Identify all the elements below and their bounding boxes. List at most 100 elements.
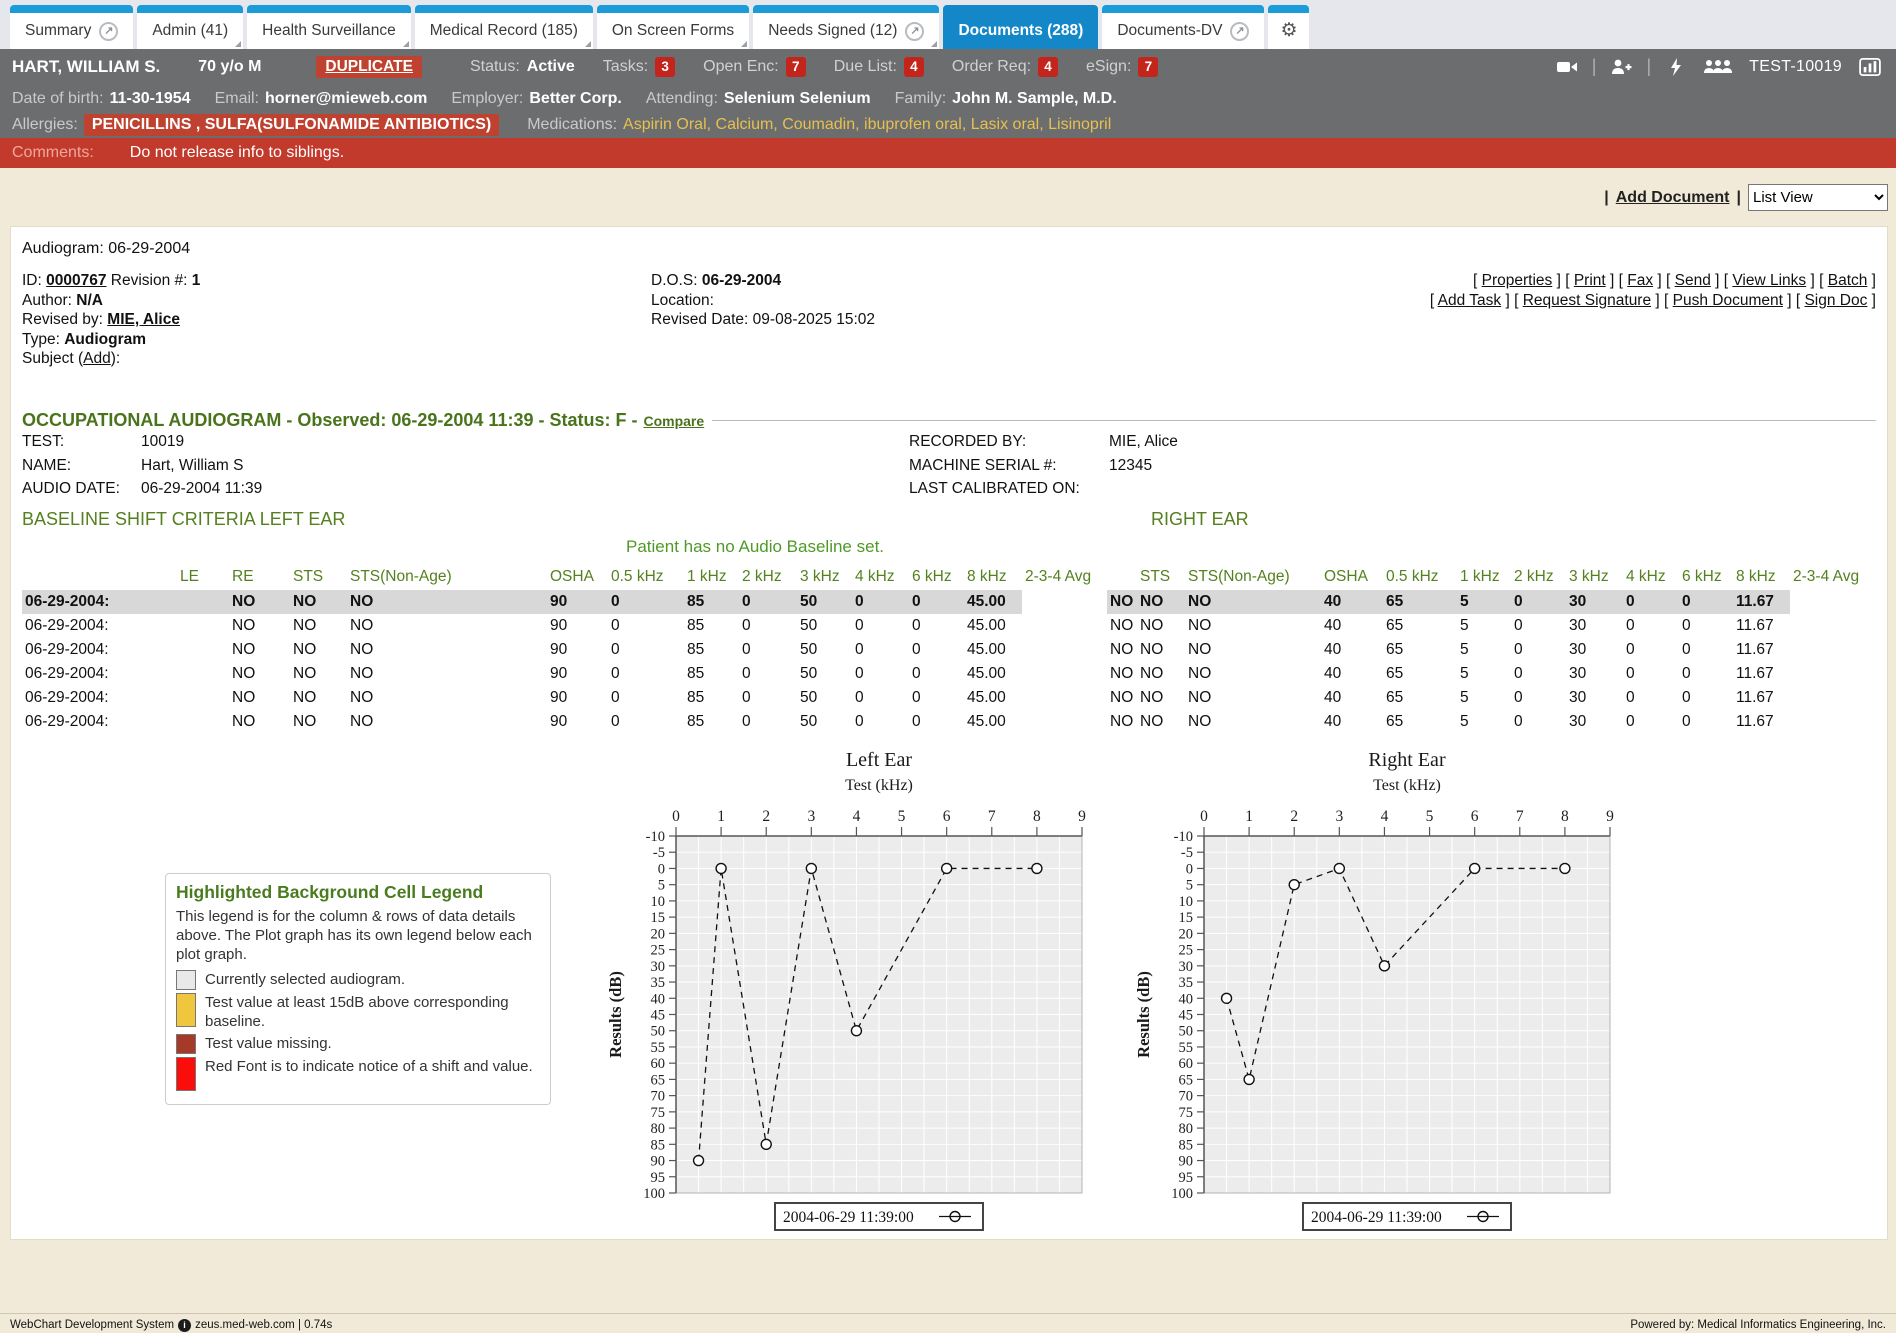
date-cell: 06-29-2004: bbox=[22, 662, 177, 686]
table-cell: 5 bbox=[1457, 590, 1511, 614]
doc-action-properties[interactable]: Properties bbox=[1482, 272, 1553, 289]
column-header: STS bbox=[1137, 564, 1185, 590]
settings-tab[interactable]: ⚙︎ bbox=[1268, 5, 1309, 49]
table-cell: 50 bbox=[797, 710, 852, 734]
table-cell: NO bbox=[1107, 614, 1137, 638]
duplicate-badge[interactable]: DUPLICATE bbox=[316, 56, 422, 78]
doc-action-fax[interactable]: Fax bbox=[1627, 272, 1653, 289]
doc-action-request-signature[interactable]: Request Signature bbox=[1523, 292, 1651, 309]
tab-medical-record-185[interactable]: Medical Record (185) bbox=[415, 5, 593, 49]
patient-age-sex: 70 y/o M bbox=[198, 58, 261, 76]
table-cell: 0 bbox=[852, 686, 909, 710]
doc-action-send[interactable]: Send bbox=[1675, 272, 1711, 289]
y-tick-label: 95 bbox=[651, 1170, 666, 1186]
table-row[interactable]: 06-29-2004:NONONO900850500045.00NONONO40… bbox=[22, 614, 1878, 638]
table-row[interactable]: 06-29-2004:NONONO900850500045.00NONONO40… bbox=[22, 590, 1878, 614]
tab-documents-288[interactable]: Documents (288) bbox=[943, 5, 1098, 49]
column-header: 3 kHz bbox=[1566, 564, 1623, 590]
tab-on-screen-forms[interactable]: On Screen Forms bbox=[597, 5, 749, 49]
document-actions: [ Properties ] [ Print ] [ Fax ] [ Send … bbox=[1430, 271, 1876, 310]
cell-legend-description: This legend is for the column & rows of … bbox=[176, 907, 540, 964]
table-cell: NO bbox=[290, 614, 347, 638]
document-card: Audiogram: 06-29-2004 ID: 0000767 Revisi… bbox=[10, 226, 1888, 1240]
legend-item: Currently selected audiogram. bbox=[176, 970, 540, 990]
right-ear-chart: Right EarTest (kHz)0123456789-10-5051015… bbox=[1119, 741, 1619, 1241]
table-cell: 50 bbox=[797, 686, 852, 710]
count-badge[interactable]: 4 bbox=[904, 57, 924, 77]
view-mode-select[interactable]: List View bbox=[1748, 184, 1888, 211]
count-badge[interactable]: 4 bbox=[1038, 57, 1058, 77]
table-cell bbox=[177, 614, 229, 638]
table-row[interactable]: 06-29-2004:NONONO900850500045.00NONONO40… bbox=[22, 710, 1878, 734]
data-point bbox=[1222, 993, 1232, 1003]
audiogram-meta-row: TEST:10019RECORDED BY:MIE, Alice bbox=[11, 433, 1887, 457]
demographic-value: Better Corp. bbox=[529, 90, 621, 108]
table-cell: NO bbox=[1137, 710, 1185, 734]
doc-action-view-links[interactable]: View Links bbox=[1732, 272, 1806, 289]
revision-value: 1 bbox=[192, 272, 201, 289]
doc-action-sign-doc[interactable]: Sign Doc bbox=[1804, 292, 1867, 309]
column-header: 8 kHz bbox=[964, 564, 1022, 590]
count-badge[interactable]: 7 bbox=[786, 57, 806, 77]
demographic-label: Employer: bbox=[451, 90, 523, 108]
data-point bbox=[1289, 880, 1299, 890]
author-label: Author: bbox=[22, 292, 72, 309]
divider: | bbox=[1737, 189, 1741, 207]
tab-bar: Summary↗ Admin (41) Health SurveillanceMed… bbox=[0, 0, 1896, 49]
author-value: N/A bbox=[76, 292, 103, 309]
footer-host: zeus.med-web.com | 0.74s bbox=[195, 1319, 332, 1331]
table-row[interactable]: 06-29-2004:NONONO900850500045.00NONONO40… bbox=[22, 638, 1878, 662]
add-user-icon[interactable] bbox=[1610, 58, 1632, 76]
table-cell bbox=[177, 590, 229, 614]
gap-cell bbox=[1022, 686, 1107, 710]
table-cell: 0 bbox=[739, 686, 797, 710]
table-row[interactable]: 06-29-2004:NONONO900850500045.00NONONO40… bbox=[22, 662, 1878, 686]
y-tick-label: 60 bbox=[651, 1056, 666, 1072]
table-cell: 11.67 bbox=[1733, 686, 1790, 710]
add-document-link[interactable]: Add Document bbox=[1616, 189, 1730, 207]
table-cell: 90 bbox=[547, 638, 608, 662]
table-cell: NO bbox=[1185, 710, 1321, 734]
data-point bbox=[694, 1156, 704, 1166]
y-tick-label: 55 bbox=[651, 1040, 666, 1056]
people-group-icon[interactable] bbox=[1701, 58, 1735, 76]
doc-action-batch[interactable]: Batch bbox=[1828, 272, 1868, 289]
y-tick-label: 15 bbox=[651, 910, 666, 926]
y-tick-label: 55 bbox=[1179, 1040, 1194, 1056]
doc-action-push-document[interactable]: Push Document bbox=[1673, 292, 1783, 309]
popout-icon[interactable]: ↗ bbox=[905, 22, 924, 41]
tab-label: On Screen Forms bbox=[612, 22, 734, 40]
date-cell: 06-29-2004: bbox=[22, 614, 177, 638]
document-id-link[interactable]: 0000767 bbox=[46, 272, 106, 289]
popout-icon[interactable]: ↗ bbox=[99, 22, 118, 41]
doc-action-print[interactable]: Print bbox=[1574, 272, 1606, 289]
subject-add-link[interactable]: Add bbox=[83, 350, 111, 367]
count-badge[interactable]: 3 bbox=[655, 57, 675, 77]
allergies-row: Allergies: PENICILLINS , SULFA(SULFONAMI… bbox=[12, 112, 1884, 138]
table-row[interactable]: 06-29-2004:NONONO900850500045.00NONONO40… bbox=[22, 686, 1878, 710]
video-camera-icon[interactable] bbox=[1556, 58, 1578, 76]
chart-icon[interactable] bbox=[1856, 58, 1884, 76]
info-icon[interactable]: i bbox=[178, 1319, 191, 1332]
tab-label: Admin (41) bbox=[152, 22, 228, 40]
y-tick-label: 65 bbox=[1179, 1072, 1194, 1088]
tab-needs-signed-12[interactable]: Needs Signed (12)↗ bbox=[753, 5, 939, 49]
tab-documents-dv[interactable]: Documents-DV↗ bbox=[1102, 5, 1264, 49]
allergies-badge[interactable]: PENICILLINS , SULFA(SULFONAMIDE ANTIBIOT… bbox=[84, 114, 499, 136]
chart-ylabel: Results (dB) bbox=[1134, 971, 1153, 1058]
lightning-icon[interactable] bbox=[1665, 58, 1687, 76]
compare-link[interactable]: Compare bbox=[643, 413, 704, 429]
popout-icon[interactable]: ↗ bbox=[1230, 22, 1249, 41]
legend-item: Red Font is to indicate notice of a shif… bbox=[176, 1057, 540, 1091]
tab-admin-41[interactable]: Admin (41) bbox=[137, 5, 243, 49]
medications-list[interactable]: Aspirin Oral, Calcium, Coumadin, ibuprof… bbox=[623, 116, 1111, 134]
y-tick-label: 30 bbox=[651, 959, 666, 975]
legend-swatch bbox=[176, 993, 196, 1027]
doc-action-add-task[interactable]: Add Task bbox=[1438, 292, 1501, 309]
table-cell: 0 bbox=[909, 638, 964, 662]
count-badge[interactable]: 7 bbox=[1138, 57, 1158, 77]
tab-health-surveillance[interactable]: Health Surveillance bbox=[247, 5, 411, 49]
revised-by-link[interactable]: MIE, Alice bbox=[107, 311, 180, 328]
demographic-value: 11-30-1954 bbox=[110, 90, 191, 108]
tab-summary[interactable]: Summary↗ bbox=[10, 5, 133, 49]
